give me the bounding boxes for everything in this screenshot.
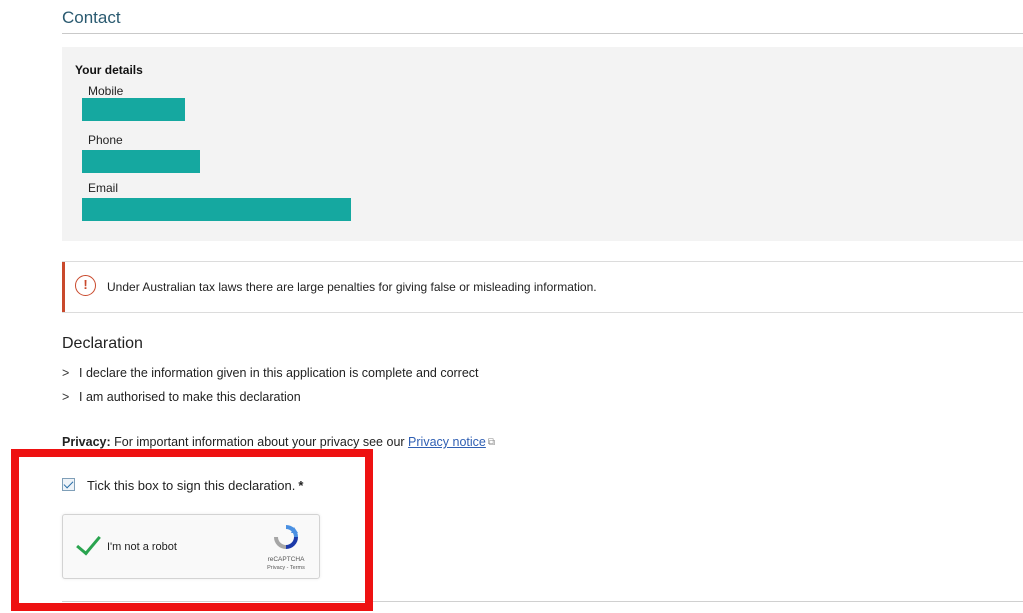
privacy-text: For important information about your pri…	[114, 435, 405, 449]
declaration-title: Declaration	[62, 335, 143, 352]
phone-value-redacted	[82, 150, 200, 173]
mobile-value-redacted	[82, 98, 185, 121]
email-label: Email	[88, 181, 119, 195]
section-title: Contact	[62, 8, 121, 27]
declaration-item-text: I declare the information given in this …	[79, 366, 479, 380]
chevron-right-icon: >	[62, 366, 70, 380]
email-value-redacted	[82, 198, 351, 221]
external-link-icon: ⧉	[487, 437, 495, 448]
penalty-warning: ! Under Australian tax laws there are la…	[62, 261, 1023, 313]
warning-text: Under Australian tax laws there are larg…	[107, 280, 597, 294]
title-divider	[62, 33, 1023, 34]
your-details-panel: Your details Mobile Phone Email	[62, 47, 1023, 241]
privacy-label: Privacy:	[62, 435, 111, 449]
declaration-item: > I am authorised to make this declaratio…	[62, 390, 301, 404]
declaration-item: > I declare the information given in this…	[62, 366, 479, 380]
phone-label: Phone	[88, 133, 123, 147]
privacy-notice-link[interactable]: Privacy notice	[408, 435, 486, 449]
highlight-annotation-box	[11, 449, 373, 611]
chevron-right-icon: >	[62, 390, 70, 404]
warning-accent-bar	[62, 262, 65, 312]
declaration-item-text: I am authorised to make this declaration	[79, 390, 301, 404]
privacy-line: Privacy: For important information about…	[62, 435, 495, 449]
mobile-label: Mobile	[88, 84, 124, 98]
your-details-heading: Your details	[75, 63, 143, 77]
alert-circle-icon: !	[75, 275, 96, 296]
